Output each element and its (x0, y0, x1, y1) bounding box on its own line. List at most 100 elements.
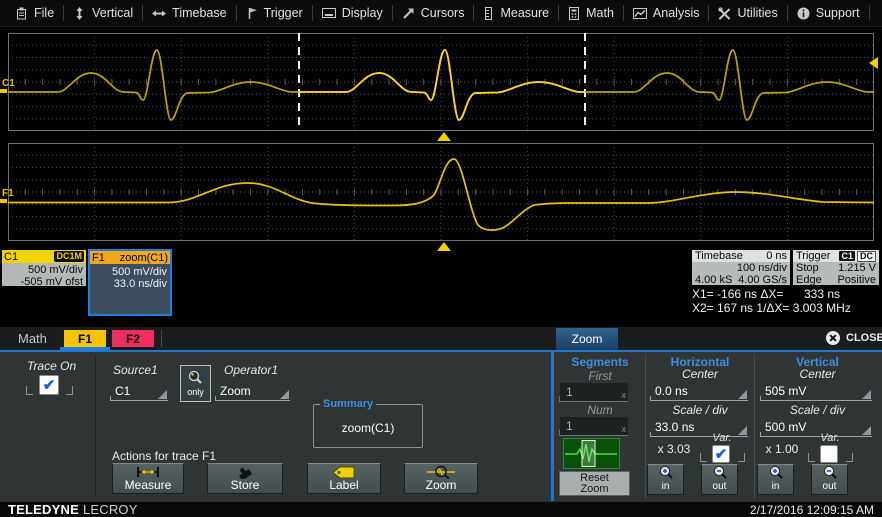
c1-grid[interactable] (8, 33, 874, 131)
tab-group-math[interactable]: Math (18, 331, 47, 346)
actions-label: Actions for trace F1 (112, 449, 216, 463)
segments-header: Segments (556, 355, 644, 369)
v-zoom-out-button[interactable]: out (811, 464, 848, 495)
cursor-readout: X1= -166 ns ΔX=333 ns X2= 167 ns 1/ΔX= 3… (692, 287, 882, 315)
menu-cursors[interactable]: Cursors (393, 0, 474, 27)
dropdown-arrow-icon (862, 390, 871, 399)
horizontal-arrows-icon (152, 7, 166, 20)
timebase-scale: 100 ns/div (737, 262, 787, 274)
v-center-label: Center (755, 367, 880, 381)
menu-utilities[interactable]: Utilities (709, 0, 786, 27)
waveform-display-area: C1 F1 C1 DC1M 500 mV/div -505 mV ofst F1… (0, 27, 882, 327)
zoom-wave-icon (426, 465, 456, 479)
source1-label: Source1 (113, 363, 158, 377)
segments-num-input[interactable]: 1 x (560, 417, 628, 436)
info-icon (797, 7, 810, 20)
h-var-label: Var. (704, 432, 740, 444)
zoom-in-icon (768, 465, 784, 480)
summary-value: zoom(C1) (314, 421, 422, 435)
f1-vscale: 500 mV/div (90, 266, 167, 278)
c1-scale: 500 mV/div (2, 264, 83, 276)
menu-trigger[interactable]: Trigger (237, 0, 312, 27)
menu-vertical[interactable]: Vertical (64, 0, 142, 27)
panel-divider (95, 356, 96, 496)
menu-math[interactable]: Math (559, 0, 623, 27)
dropdown-arrow-icon (280, 390, 289, 399)
datetime: 2/17/2016 12:09:15 AM (750, 503, 874, 517)
f1-grid[interactable] (8, 143, 874, 241)
menu-file[interactable]: File (6, 0, 63, 27)
zoom-action-button[interactable]: Zoom (404, 463, 478, 494)
f1-descriptor-box[interactable]: F1 zoom(C1) 500 mV/div 33.0 ns/div (88, 249, 172, 316)
h-zoom-ratio: x 3.03 (650, 442, 698, 456)
h-zoom-in-button[interactable]: in (647, 464, 684, 495)
menu-analysis[interactable]: Analysis (624, 0, 709, 27)
close-icon (826, 331, 840, 345)
h-var-checkbox[interactable] (712, 445, 730, 463)
v-center-dropdown[interactable]: 505 mV (760, 381, 872, 401)
trigger-level-marker[interactable] (869, 57, 878, 69)
close-button[interactable]: CLOSE (826, 331, 882, 345)
reset-zoom-button[interactable]: Reset Zoom (559, 471, 630, 496)
tab-f2[interactable]: F2 (112, 330, 154, 347)
chart-icon (633, 7, 647, 20)
trace-on-checkbox[interactable] (39, 375, 59, 395)
v-zoom-in-button[interactable]: in (757, 464, 794, 495)
timebase-rate: 4.00 GS/s (738, 274, 787, 286)
trigger-slope: Positive (837, 274, 876, 286)
c1-zero-marker (0, 89, 7, 93)
statusbar: TELEDYNELECROY 2/17/2016 12:09:15 AM (0, 501, 882, 517)
brand-logo: TELEDYNELECROY (8, 502, 138, 517)
trigger-mode: Stop (796, 262, 819, 274)
store-action-button[interactable]: Store (207, 463, 283, 494)
timebase-box[interactable]: Timebase 0 ns 100 ns/div 4.00 kS 4.00 GS… (692, 250, 790, 285)
tab-zoom[interactable]: Zoom (556, 328, 618, 350)
operator1-dropdown[interactable]: Zoom (215, 381, 290, 401)
f1-zero-marker (0, 199, 7, 203)
menu-measure[interactable]: Measure (474, 0, 558, 27)
h-center-dropdown[interactable]: 0.0 ns (650, 381, 748, 401)
v-var-checkbox[interactable] (820, 445, 838, 463)
magnifier-icon (187, 370, 204, 387)
segments-first-input[interactable]: 1 x (560, 383, 628, 402)
dropdown-arrow-icon (862, 426, 871, 435)
c1-coupling-badge: DC1M (54, 251, 84, 262)
v-zoom-ratio: x 1.00 (758, 442, 806, 456)
tab-f1[interactable]: F1 (64, 330, 106, 347)
calculator-icon (568, 7, 580, 20)
menu-timebase[interactable]: Timebase (143, 0, 235, 27)
c1-name: C1 (4, 251, 18, 263)
file-icon (15, 7, 28, 20)
operator1-label: Operator1 (224, 363, 278, 377)
trigger-time-marker-f1[interactable] (437, 242, 451, 251)
source1-dropdown[interactable]: C1 (110, 381, 168, 401)
zoom-only-button[interactable]: only (180, 365, 211, 402)
tab-divider (161, 330, 162, 347)
zoom-preview-button[interactable] (563, 438, 620, 469)
measure-action-button[interactable]: Measure (112, 463, 184, 494)
f1-function: zoom(C1) (120, 252, 168, 264)
zoom-section-divider (551, 350, 554, 501)
vertical-arrows-icon (73, 7, 86, 20)
menu-support[interactable]: Support (788, 0, 869, 27)
v-scale-label: Scale / div (755, 403, 880, 417)
trace-on-label: Trace On (27, 359, 76, 373)
trigger-level: 1.215 V (838, 262, 876, 274)
timebase-title: Timebase (695, 250, 743, 262)
timebase-delay: 0 ns (766, 250, 787, 262)
dropdown-arrow-icon (158, 390, 167, 399)
tools-icon (718, 7, 731, 20)
label-action-button[interactable]: Label (307, 463, 381, 494)
c1-descriptor-box[interactable]: C1 DC1M 500 mV/div -505 mV ofst (2, 250, 86, 286)
f1-name: F1 (92, 252, 105, 264)
trigger-flag-icon (246, 7, 258, 20)
trigger-time-marker[interactable] (437, 132, 451, 141)
menubar: File Vertical Timebase Trigger Display C… (0, 0, 882, 27)
summary-legend: Summary (320, 398, 376, 410)
oscilloscope-app: File Vertical Timebase Trigger Display C… (0, 0, 882, 517)
trigger-box[interactable]: Trigger C1 DC Stop 1.215 V Edge Positive (793, 250, 879, 285)
menu-display[interactable]: Display (313, 0, 392, 27)
zoom-out-icon (712, 465, 728, 480)
c1-trace-label: C1 (2, 78, 15, 89)
h-zoom-out-button[interactable]: out (701, 464, 738, 495)
